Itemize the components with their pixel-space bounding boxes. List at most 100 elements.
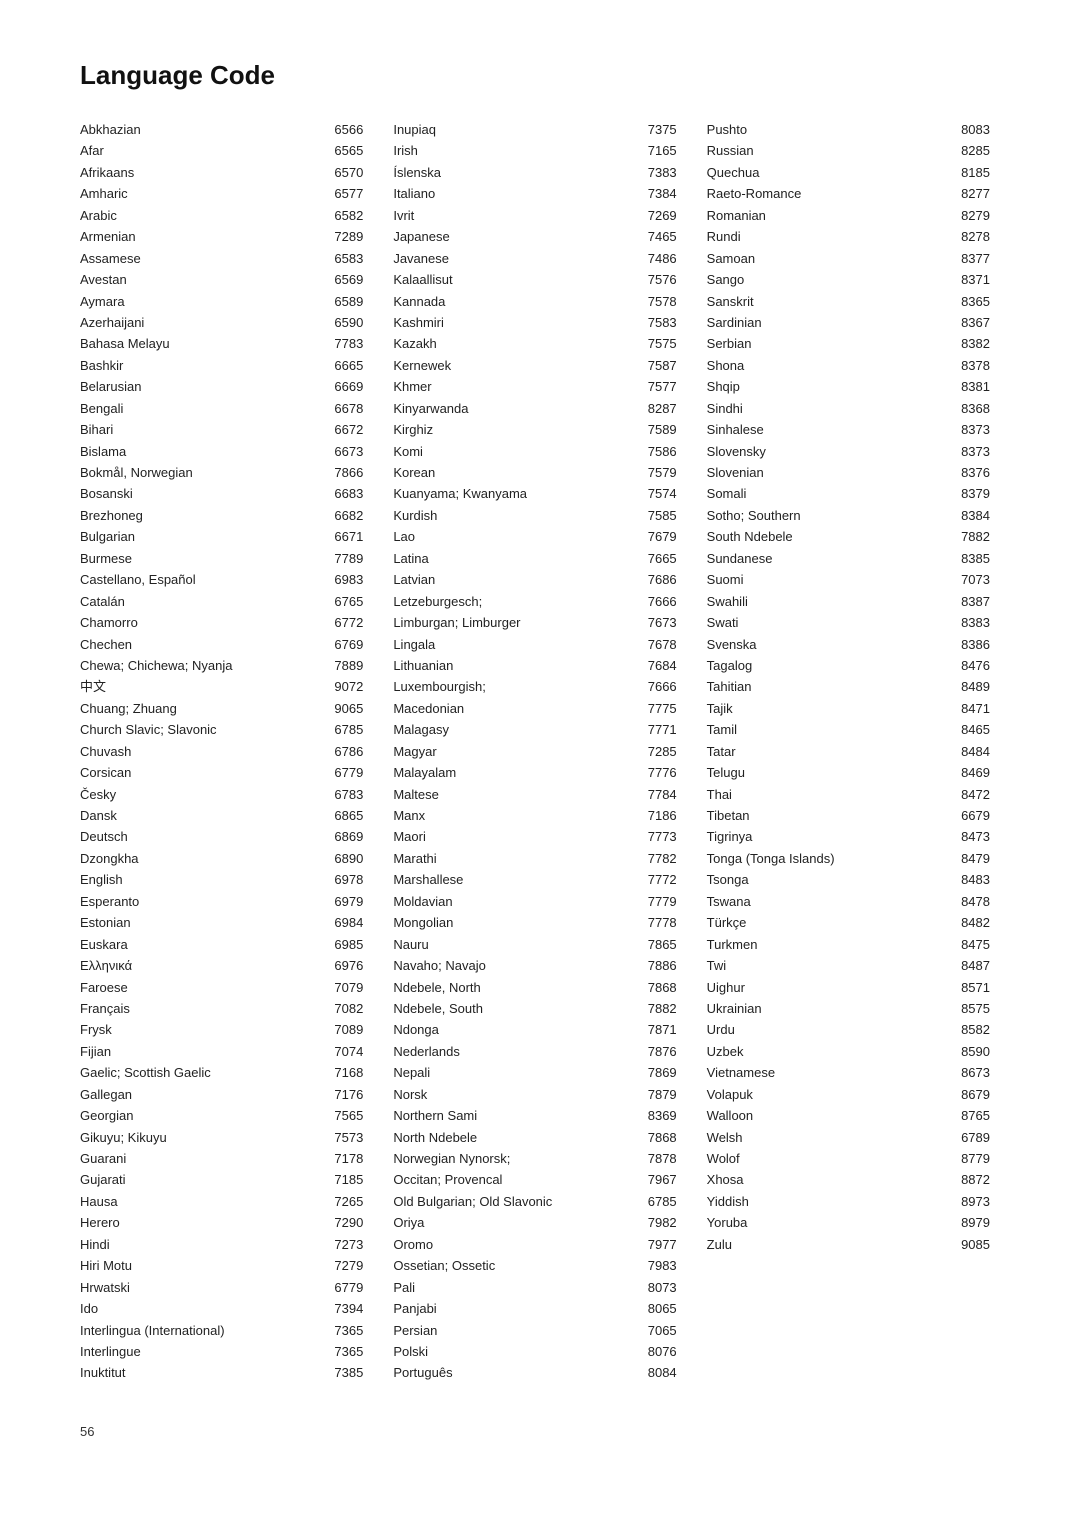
language-name: Bengali: [80, 398, 325, 419]
list-item: Corsican6779: [80, 762, 383, 783]
language-name: Interlingua (International): [80, 1320, 325, 1341]
list-item: Telugu8469: [707, 762, 1010, 783]
language-name: Chewa; Chichewa; Nyanja: [80, 655, 325, 676]
language-code: 8386: [952, 634, 990, 655]
list-item: Limburgan; Limburger7673: [393, 612, 696, 633]
language-name: Chamorro: [80, 612, 325, 633]
language-name: Maori: [393, 826, 638, 847]
language-name: Deutsch: [80, 826, 325, 847]
language-name: Twi: [707, 955, 952, 976]
language-name: Tswana: [707, 891, 952, 912]
language-code: 9072: [325, 676, 363, 697]
list-item: Kernewek7587: [393, 355, 696, 376]
list-item: Twi8487: [707, 955, 1010, 976]
list-item: Castellano, Español6983: [80, 569, 383, 590]
list-item: Kannada7578: [393, 291, 696, 312]
language-code: 8367: [952, 312, 990, 333]
language-name: Macedonian: [393, 698, 638, 719]
language-code: 6869: [325, 826, 363, 847]
language-code: 8473: [952, 826, 990, 847]
language-name: Rundi: [707, 226, 952, 247]
list-item: Ido7394: [80, 1298, 383, 1319]
list-item: Íslenska7383: [393, 162, 696, 183]
list-item: Maori7773: [393, 826, 696, 847]
language-code: 8384: [952, 505, 990, 526]
list-item: Bihari6672: [80, 419, 383, 440]
language-code: 6682: [325, 505, 363, 526]
language-name: Euskara: [80, 934, 325, 955]
list-item: Bulgarian6671: [80, 526, 383, 547]
language-name: Uzbek: [707, 1041, 952, 1062]
language-name: Walloon: [707, 1105, 952, 1126]
list-item: Amharic6577: [80, 183, 383, 204]
language-name: Afar: [80, 140, 325, 161]
language-name: Gikuyu; Kikuyu: [80, 1127, 325, 1148]
language-name: Français: [80, 998, 325, 1019]
language-name: Ndebele, North: [393, 977, 638, 998]
language-code: 8575: [952, 998, 990, 1019]
language-code: 6569: [325, 269, 363, 290]
list-item: Xhosa8872: [707, 1169, 1010, 1190]
language-code: 6789: [952, 1127, 990, 1148]
list-item: Letzeburgesch;7666: [393, 591, 696, 612]
language-name: 中文: [80, 676, 325, 697]
language-code: 6590: [325, 312, 363, 333]
language-code: 6589: [325, 291, 363, 312]
list-item: Sanskrit8365: [707, 291, 1010, 312]
language-name: Ukrainian: [707, 998, 952, 1019]
language-name: Bahasa Melayu: [80, 333, 325, 354]
language-code: 6985: [325, 934, 363, 955]
list-item: Volapuk8679: [707, 1084, 1010, 1105]
language-name: Javanese: [393, 248, 638, 269]
list-item: Afar6565: [80, 140, 383, 161]
language-code: 6669: [325, 376, 363, 397]
language-code: 6779: [325, 1277, 363, 1298]
language-name: Kannada: [393, 291, 638, 312]
language-code: 7869: [639, 1062, 677, 1083]
language-name: Sotho; Southern: [707, 505, 952, 526]
list-item: Ukrainian8575: [707, 998, 1010, 1019]
list-item: Assamese6583: [80, 248, 383, 269]
list-item: Luxembourgish;7666: [393, 676, 696, 697]
list-item: Svenska8386: [707, 634, 1010, 655]
language-code: 7878: [639, 1148, 677, 1169]
language-code: 8387: [952, 591, 990, 612]
language-name: Bislama: [80, 441, 325, 462]
language-code: 7977: [639, 1234, 677, 1255]
list-item: Norwegian Nynorsk;7878: [393, 1148, 696, 1169]
language-name: Quechua: [707, 162, 952, 183]
language-code: 7384: [639, 183, 677, 204]
language-name: Nederlands: [393, 1041, 638, 1062]
language-code: 7784: [639, 784, 677, 805]
language-name: Wolof: [707, 1148, 952, 1169]
language-name: Interlingue: [80, 1341, 325, 1362]
language-code: 8065: [639, 1298, 677, 1319]
language-code: 6673: [325, 441, 363, 462]
list-item: Faroese7079: [80, 977, 383, 998]
language-code: 8475: [952, 934, 990, 955]
language-name: Romanian: [707, 205, 952, 226]
language-code: 7082: [325, 998, 363, 1019]
language-name: Welsh: [707, 1127, 952, 1148]
language-code: 8073: [639, 1277, 677, 1298]
language-code: 7679: [639, 526, 677, 547]
list-item: Latvian7686: [393, 569, 696, 590]
language-name: Svenska: [707, 634, 952, 655]
language-code: 7383: [639, 162, 677, 183]
list-item: Malagasy7771: [393, 719, 696, 740]
list-item: Vietnamese8673: [707, 1062, 1010, 1083]
list-item: Dansk6865: [80, 805, 383, 826]
language-name: Italiano: [393, 183, 638, 204]
language-code: 7285: [639, 741, 677, 762]
list-item: Tigrinya8473: [707, 826, 1010, 847]
language-code: 8571: [952, 977, 990, 998]
list-item: Bashkir6665: [80, 355, 383, 376]
language-code: 8278: [952, 226, 990, 247]
language-code: 8373: [952, 419, 990, 440]
language-name: Afrikaans: [80, 162, 325, 183]
list-item: Kinyarwanda8287: [393, 398, 696, 419]
language-code: 8373: [952, 441, 990, 462]
list-item: Zulu9085: [707, 1234, 1010, 1255]
language-name: Church Slavic; Slavonic: [80, 719, 325, 740]
language-code: 8365: [952, 291, 990, 312]
